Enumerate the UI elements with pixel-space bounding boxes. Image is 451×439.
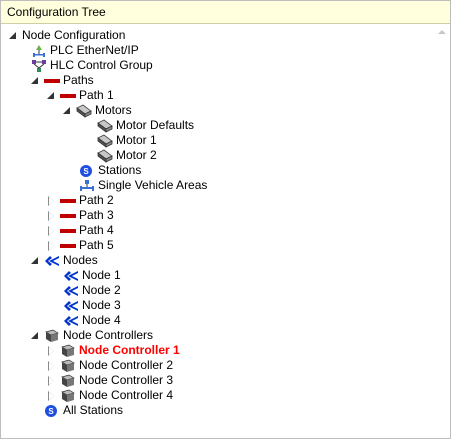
tree-item-motor-1[interactable]: Motor 1: [97, 133, 157, 148]
tree-item-plc-ethernet-ip[interactable]: PLC EtherNet/IP: [31, 43, 139, 58]
tree-item-node-controller-3[interactable]: Node Controller 3: [47, 373, 173, 388]
tree-view[interactable]: Node Configuration PLC EtherNet/IP HLC C…: [1, 24, 434, 438]
hlc-group-icon: [31, 59, 47, 73]
motor-icon: [76, 104, 92, 118]
selected-label: Node Controller 1: [79, 343, 180, 357]
collapse-arrow-icon[interactable]: [47, 91, 56, 100]
expand-arrow-icon[interactable]: [47, 211, 56, 221]
tree-item-path-5[interactable]: Path 5: [47, 238, 114, 253]
configuration-tree-panel: Configuration Tree Node Configuration PL…: [0, 0, 451, 439]
path-icon: [44, 74, 60, 88]
tree-item-path-4[interactable]: Path 4: [47, 223, 114, 238]
collapse-arrow-icon[interactable]: [9, 31, 18, 40]
collapse-arrow-icon[interactable]: [63, 106, 72, 115]
controller-icon: [44, 329, 60, 343]
tree-item-node-controller-1[interactable]: Node Controller 1: [47, 343, 180, 358]
path-icon: [60, 194, 76, 208]
motor-icon: [97, 134, 113, 148]
tree-item-node-2[interactable]: Node 2: [63, 283, 121, 298]
path-icon: [60, 224, 76, 238]
panel-header: Configuration Tree: [1, 1, 450, 24]
path-icon: [60, 89, 76, 103]
collapse-arrow-icon[interactable]: [31, 331, 40, 340]
expand-arrow-icon[interactable]: [47, 391, 56, 401]
motor-icon: [97, 149, 113, 163]
node-icon: [63, 269, 79, 283]
tree-item-all-stations[interactable]: S All Stations: [44, 403, 123, 418]
tree-item-node-controllers[interactable]: Node Controllers: [31, 328, 153, 343]
expand-arrow-icon[interactable]: [47, 241, 56, 251]
tree-item-motor-2[interactable]: Motor 2: [97, 148, 157, 163]
expand-arrow-icon[interactable]: [47, 226, 56, 236]
tree-item-node-3[interactable]: Node 3: [63, 298, 121, 313]
tree-item-motors[interactable]: Motors: [63, 103, 132, 118]
tree-item-path-1[interactable]: Path 1: [47, 88, 114, 103]
expand-arrow-icon[interactable]: [47, 196, 56, 206]
tree-item-hlc-control-group[interactable]: HLC Control Group: [31, 58, 153, 73]
tree-item-node-configuration[interactable]: Node Configuration: [9, 28, 125, 43]
controller-icon: [60, 389, 76, 403]
vertical-scrollbar[interactable]: [434, 24, 450, 438]
expand-arrow-icon[interactable]: [47, 376, 56, 386]
path-icon: [60, 239, 76, 253]
plc-network-icon: [31, 44, 47, 58]
panel-title: Configuration Tree: [7, 5, 106, 19]
vehicle-area-icon: [79, 179, 95, 193]
node-icon: [44, 254, 60, 268]
tree-item-path-2[interactable]: Path 2: [47, 193, 114, 208]
svg-text:S: S: [83, 167, 89, 176]
tree-item-node-1[interactable]: Node 1: [63, 268, 121, 283]
node-icon: [63, 284, 79, 298]
controller-icon: [60, 374, 76, 388]
tree-item-motor-defaults[interactable]: Motor Defaults: [97, 118, 194, 133]
collapse-arrow-icon[interactable]: [31, 76, 40, 85]
svg-text:S: S: [48, 407, 54, 416]
scroll-up-arrow-icon[interactable]: [438, 30, 446, 34]
tree-item-stations[interactable]: S Stations: [79, 163, 141, 178]
collapse-arrow-icon[interactable]: [31, 256, 40, 265]
node-icon: [63, 314, 79, 328]
tree-item-node-controller-2[interactable]: Node Controller 2: [47, 358, 173, 373]
tree-item-single-vehicle-areas[interactable]: Single Vehicle Areas: [79, 178, 207, 193]
expand-arrow-icon[interactable]: [47, 361, 56, 371]
tree-item-paths[interactable]: Paths: [31, 73, 94, 88]
controller-icon: [60, 359, 76, 373]
path-icon: [60, 209, 76, 223]
station-icon: S: [44, 404, 60, 418]
tree-item-node-4[interactable]: Node 4: [63, 313, 121, 328]
tree-item-nodes[interactable]: Nodes: [31, 253, 98, 268]
motor-icon: [97, 119, 113, 133]
station-icon: S: [79, 164, 95, 178]
expand-arrow-icon[interactable]: [47, 346, 56, 356]
node-icon: [63, 299, 79, 313]
tree-item-node-controller-4[interactable]: Node Controller 4: [47, 388, 173, 403]
tree-item-path-3[interactable]: Path 3: [47, 208, 114, 223]
controller-icon: [60, 344, 76, 358]
